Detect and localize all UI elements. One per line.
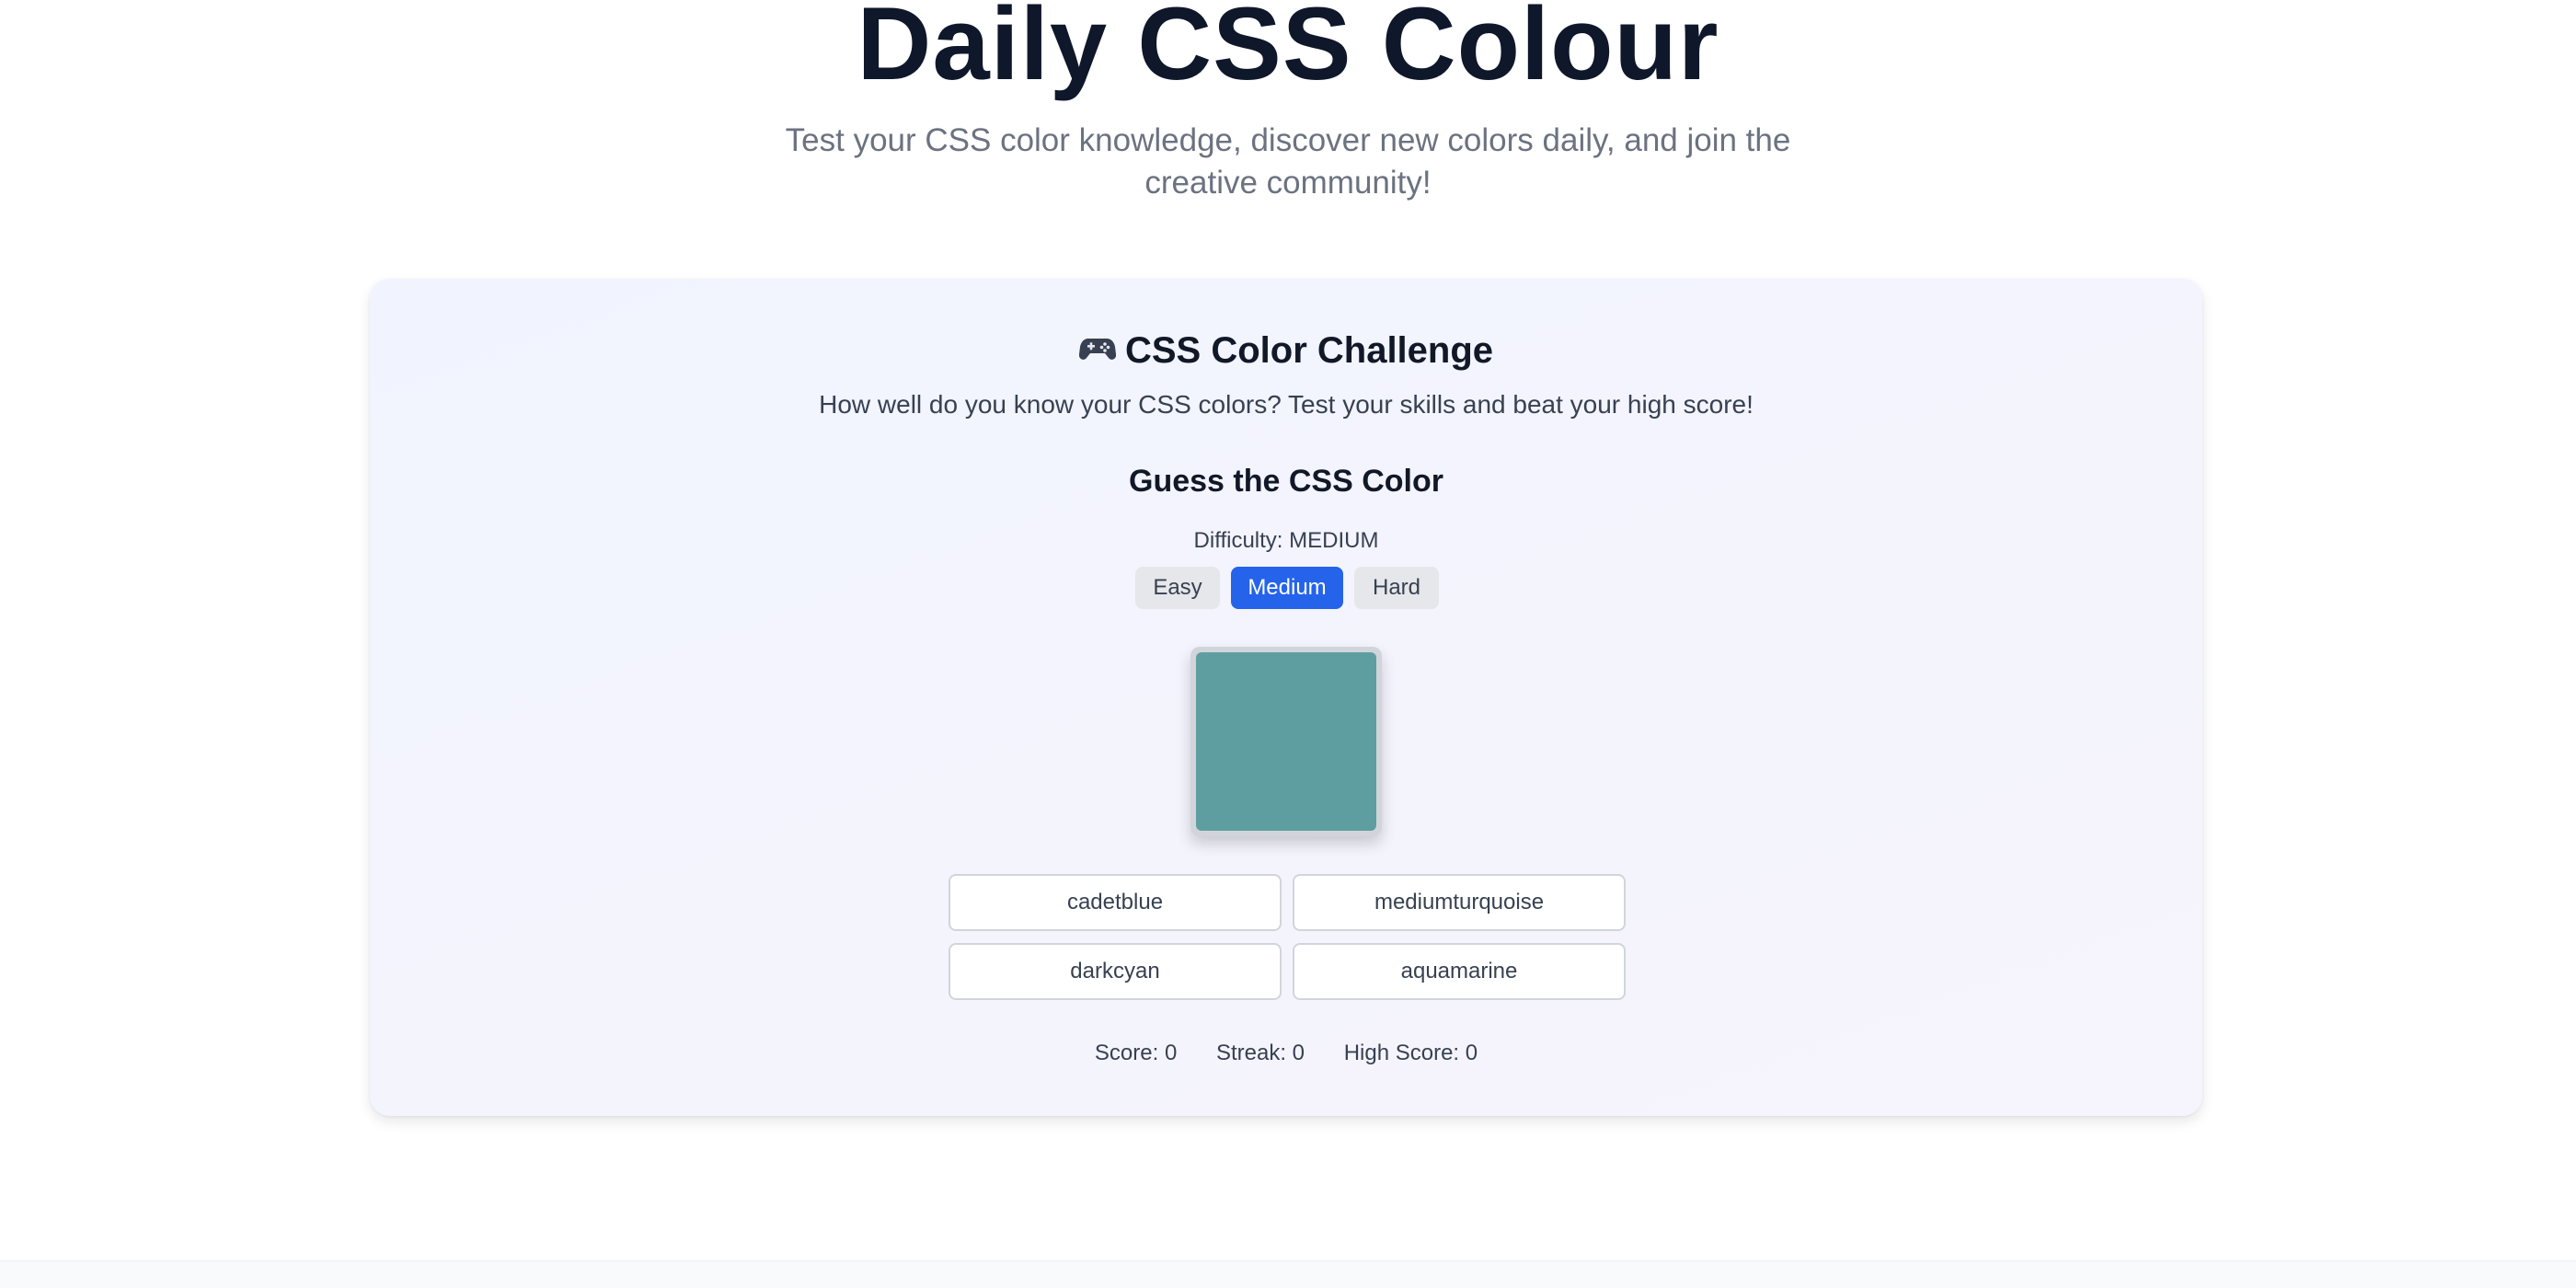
- streak-value: Streak: 0: [1215, 1041, 1305, 1065]
- color-swatch-frame: [1190, 647, 1382, 836]
- answer-option-4[interactable]: aquamarine: [1293, 943, 1626, 1000]
- difficulty-easy-button[interactable]: Easy: [1135, 567, 1220, 609]
- footer-strip: [0, 1260, 2576, 1288]
- challenge-description: How well do you know your CSS colors? Te…: [819, 390, 1754, 419]
- page-title: Daily CSS Colour: [857, 0, 1719, 101]
- high-score-value: High Score: 0: [1343, 1041, 1478, 1065]
- game-title: Guess the CSS Color: [1129, 464, 1443, 499]
- page: Daily CSS Colour Test your CSS color kno…: [0, 0, 2576, 1288]
- gamepad-icon: [1078, 339, 1116, 360]
- difficulty-hard-button[interactable]: Hard: [1354, 567, 1439, 609]
- answer-option-2[interactable]: mediumturquoise: [1293, 874, 1626, 931]
- challenge-title-text: CSS Color Challenge: [1124, 330, 1494, 371]
- difficulty-label: Difficulty: MEDIUM: [1193, 528, 1379, 553]
- challenge-card: CSS Color Challenge How well do you know…: [370, 279, 2202, 1116]
- answer-option-1[interactable]: cadetblue: [949, 874, 1282, 931]
- challenge-title: CSS Color Challenge: [370, 325, 2202, 376]
- difficulty-medium-button[interactable]: Medium: [1231, 567, 1343, 609]
- score-value: Score: 0: [1094, 1041, 1178, 1065]
- score-stats: Score: 0 Streak: 0 High Score: 0: [370, 1038, 2202, 1069]
- page-subtitle: Test your CSS color knowledge, discover …: [785, 122, 1791, 201]
- color-swatch: [1196, 652, 1376, 831]
- answer-option-3[interactable]: darkcyan: [949, 943, 1282, 1000]
